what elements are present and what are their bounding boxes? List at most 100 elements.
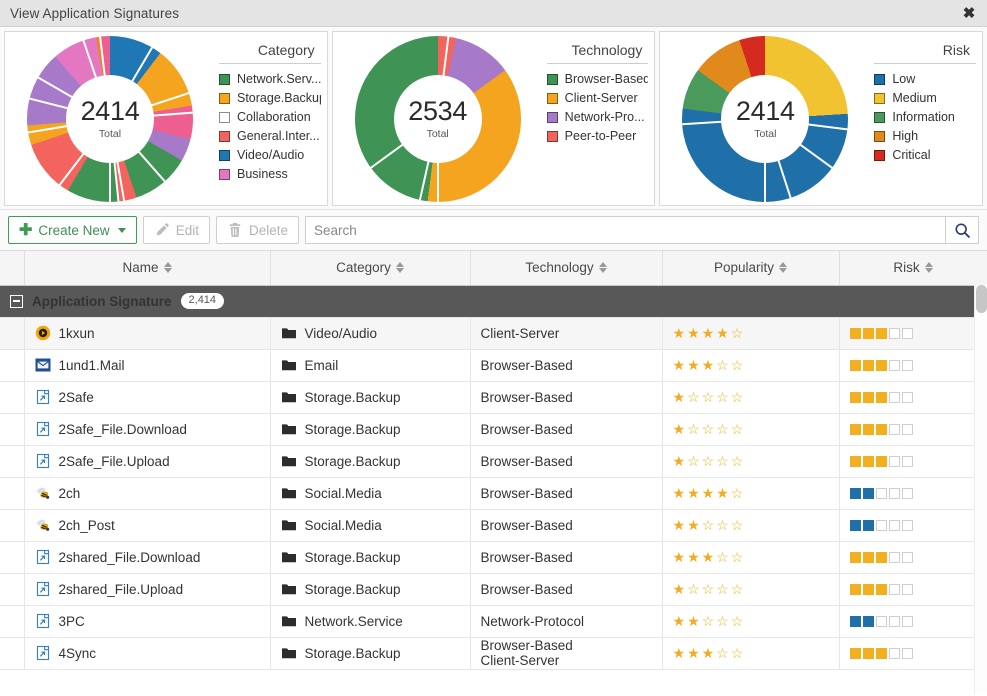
column-header-name[interactable]: Name: [24, 251, 271, 286]
category-label: Storage.Backup: [304, 389, 401, 405]
search-field-wrap: [304, 216, 979, 244]
legend-label: Business: [237, 167, 288, 181]
legend-item[interactable]: Network.Serv...: [219, 70, 321, 89]
row-select-cell[interactable]: [0, 637, 25, 670]
cell-popularity: ★ ★ ★ ☆ ☆: [662, 541, 840, 574]
technology-line: Client-Server: [480, 325, 560, 341]
legend-label: Client-Server: [564, 91, 638, 105]
legend-item[interactable]: Network-Pro...: [546, 108, 649, 127]
legend-item[interactable]: Video/Audio: [219, 146, 321, 165]
row-select-cell[interactable]: [0, 573, 25, 606]
table-row[interactable]: 2ch Social.Media Browser-Based ★ ★ ★ ★ ☆: [0, 477, 987, 510]
star-icon: ☆: [716, 389, 729, 405]
column-header-technology[interactable]: Technology: [470, 251, 663, 286]
donut-wrap: 2414 Total: [660, 32, 870, 205]
row-select-cell[interactable]: [0, 349, 25, 382]
row-select-cell[interactable]: [0, 317, 25, 350]
star-icon: ☆: [730, 645, 744, 661]
popularity-stars: ★ ☆ ☆ ☆ ☆: [673, 422, 829, 436]
table-row[interactable]: 2shared_File.Upload Storage.Backup Browse…: [0, 573, 987, 606]
cell-popularity: ★ ☆ ☆ ☆ ☆: [662, 381, 840, 414]
row-select-cell[interactable]: [0, 413, 25, 446]
column-header-category[interactable]: Category: [270, 251, 471, 286]
star-icon: ★: [716, 485, 729, 501]
table-row[interactable]: 2Safe Storage.Backup Browser-Based ★ ☆ ☆ ☆ ☆: [0, 381, 987, 414]
search-input[interactable]: [304, 216, 945, 244]
folder-icon: [281, 392, 296, 403]
legend-label: Low: [892, 72, 916, 86]
cell-category: Storage.Backup: [270, 573, 471, 606]
legend-item[interactable]: High: [874, 127, 976, 146]
cell-name: 2Safe: [24, 381, 271, 414]
column-header-popularity[interactable]: Popularity: [662, 251, 840, 286]
risk-block: [875, 615, 887, 627]
column-header-label: Technology: [525, 260, 594, 276]
risk-block: [901, 359, 913, 371]
row-select-cell[interactable]: [0, 605, 25, 638]
column-header-label: Risk: [893, 260, 920, 276]
category-label: Storage.Backup: [304, 549, 401, 565]
legend-item[interactable]: Information: [874, 108, 976, 127]
cell-name: 1kxun: [24, 317, 271, 350]
table-row[interactable]: 2Safe_File.Download Storage.Backup Browse…: [0, 413, 987, 446]
risk-block: [875, 455, 887, 467]
legend-label: Browser-Based: [564, 72, 649, 86]
row-select-cell[interactable]: [0, 477, 25, 510]
table-row[interactable]: 1und1.Mail Email Browser-Based ★ ★ ★ ☆ ☆: [0, 349, 987, 382]
search-button[interactable]: [945, 216, 979, 244]
page-link-icon: [36, 613, 49, 629]
star-icon: ★: [672, 581, 686, 597]
delete-button[interactable]: Delete: [215, 216, 299, 244]
risk-block: [849, 615, 861, 627]
column-header-risk[interactable]: Risk: [839, 251, 987, 286]
star-icon: ☆: [730, 517, 744, 533]
legend-item[interactable]: Business: [219, 165, 321, 184]
legend-item[interactable]: Collaboration: [219, 108, 321, 127]
legend-swatch: [874, 74, 886, 85]
cell-category: Storage.Backup: [270, 445, 471, 478]
page-link-icon: [36, 549, 49, 565]
folder-icon: [281, 328, 296, 339]
category-label: Social.Media: [304, 485, 382, 501]
legend-item[interactable]: General.Inter...: [219, 127, 321, 146]
row-select-cell[interactable]: [0, 445, 25, 478]
table-row[interactable]: 2ch_Post Social.Media Browser-Based ★ ★ ☆ ☆ ☆: [0, 509, 987, 542]
table-group-row[interactable]: Application Signature 2,414: [0, 285, 987, 318]
legend-item[interactable]: Peer-to-Peer: [546, 127, 649, 146]
legend-item[interactable]: Medium: [874, 89, 976, 108]
legend-item[interactable]: Client-Server: [546, 89, 649, 108]
risk-block: [875, 519, 887, 531]
folder-icon: [281, 488, 296, 499]
collapse-icon[interactable]: [10, 294, 23, 308]
table-row[interactable]: 4Sync Storage.Backup Browser-Based Client-…: [0, 637, 987, 670]
create-new-button[interactable]: ✚ Create New: [8, 216, 137, 244]
risk-block: [901, 647, 913, 659]
risk-block: [888, 423, 900, 435]
vertical-scrollbar[interactable]: [974, 285, 987, 694]
legend-label: Medium: [892, 91, 937, 105]
table-row[interactable]: 1kxun Video/Audio Client-Server ★ ★ ★ ★ ☆: [0, 317, 987, 350]
legend-label: Storage.Backup: [237, 91, 321, 105]
legend-item[interactable]: Storage.Backup: [219, 89, 321, 108]
row-select-cell[interactable]: [0, 541, 25, 574]
legend-item[interactable]: Critical: [874, 146, 976, 165]
star-icon: ★: [672, 613, 686, 629]
scrollbar-thumb[interactable]: [976, 285, 987, 313]
table-row[interactable]: 2shared_File.Download Storage.Backup Brow…: [0, 541, 987, 574]
cell-name: 3PC: [24, 605, 271, 638]
legend-item[interactable]: Browser-Based: [546, 70, 649, 89]
row-select-cell[interactable]: [0, 381, 25, 414]
legend-item[interactable]: Low: [874, 70, 976, 89]
cell-name: 2Safe_File.Download: [24, 413, 271, 446]
popularity-stars: ★ ★ ☆ ☆ ☆: [673, 518, 829, 532]
cell-risk: [839, 573, 987, 606]
risk-level-indicator: [849, 327, 977, 339]
cell-risk: [839, 413, 987, 446]
risk-block: [875, 327, 887, 339]
table-row[interactable]: 2Safe_File.Upload Storage.Backup Browser-…: [0, 445, 987, 478]
cell-popularity: ★ ★ ★ ★ ☆: [662, 477, 840, 510]
close-icon[interactable]: ✖: [960, 4, 978, 22]
table-row[interactable]: 3PC Network.Service Network-Protocol ★ ★ ☆ ☆ ☆: [0, 605, 987, 638]
row-select-cell[interactable]: [0, 509, 25, 542]
edit-button[interactable]: Edit: [142, 216, 210, 244]
